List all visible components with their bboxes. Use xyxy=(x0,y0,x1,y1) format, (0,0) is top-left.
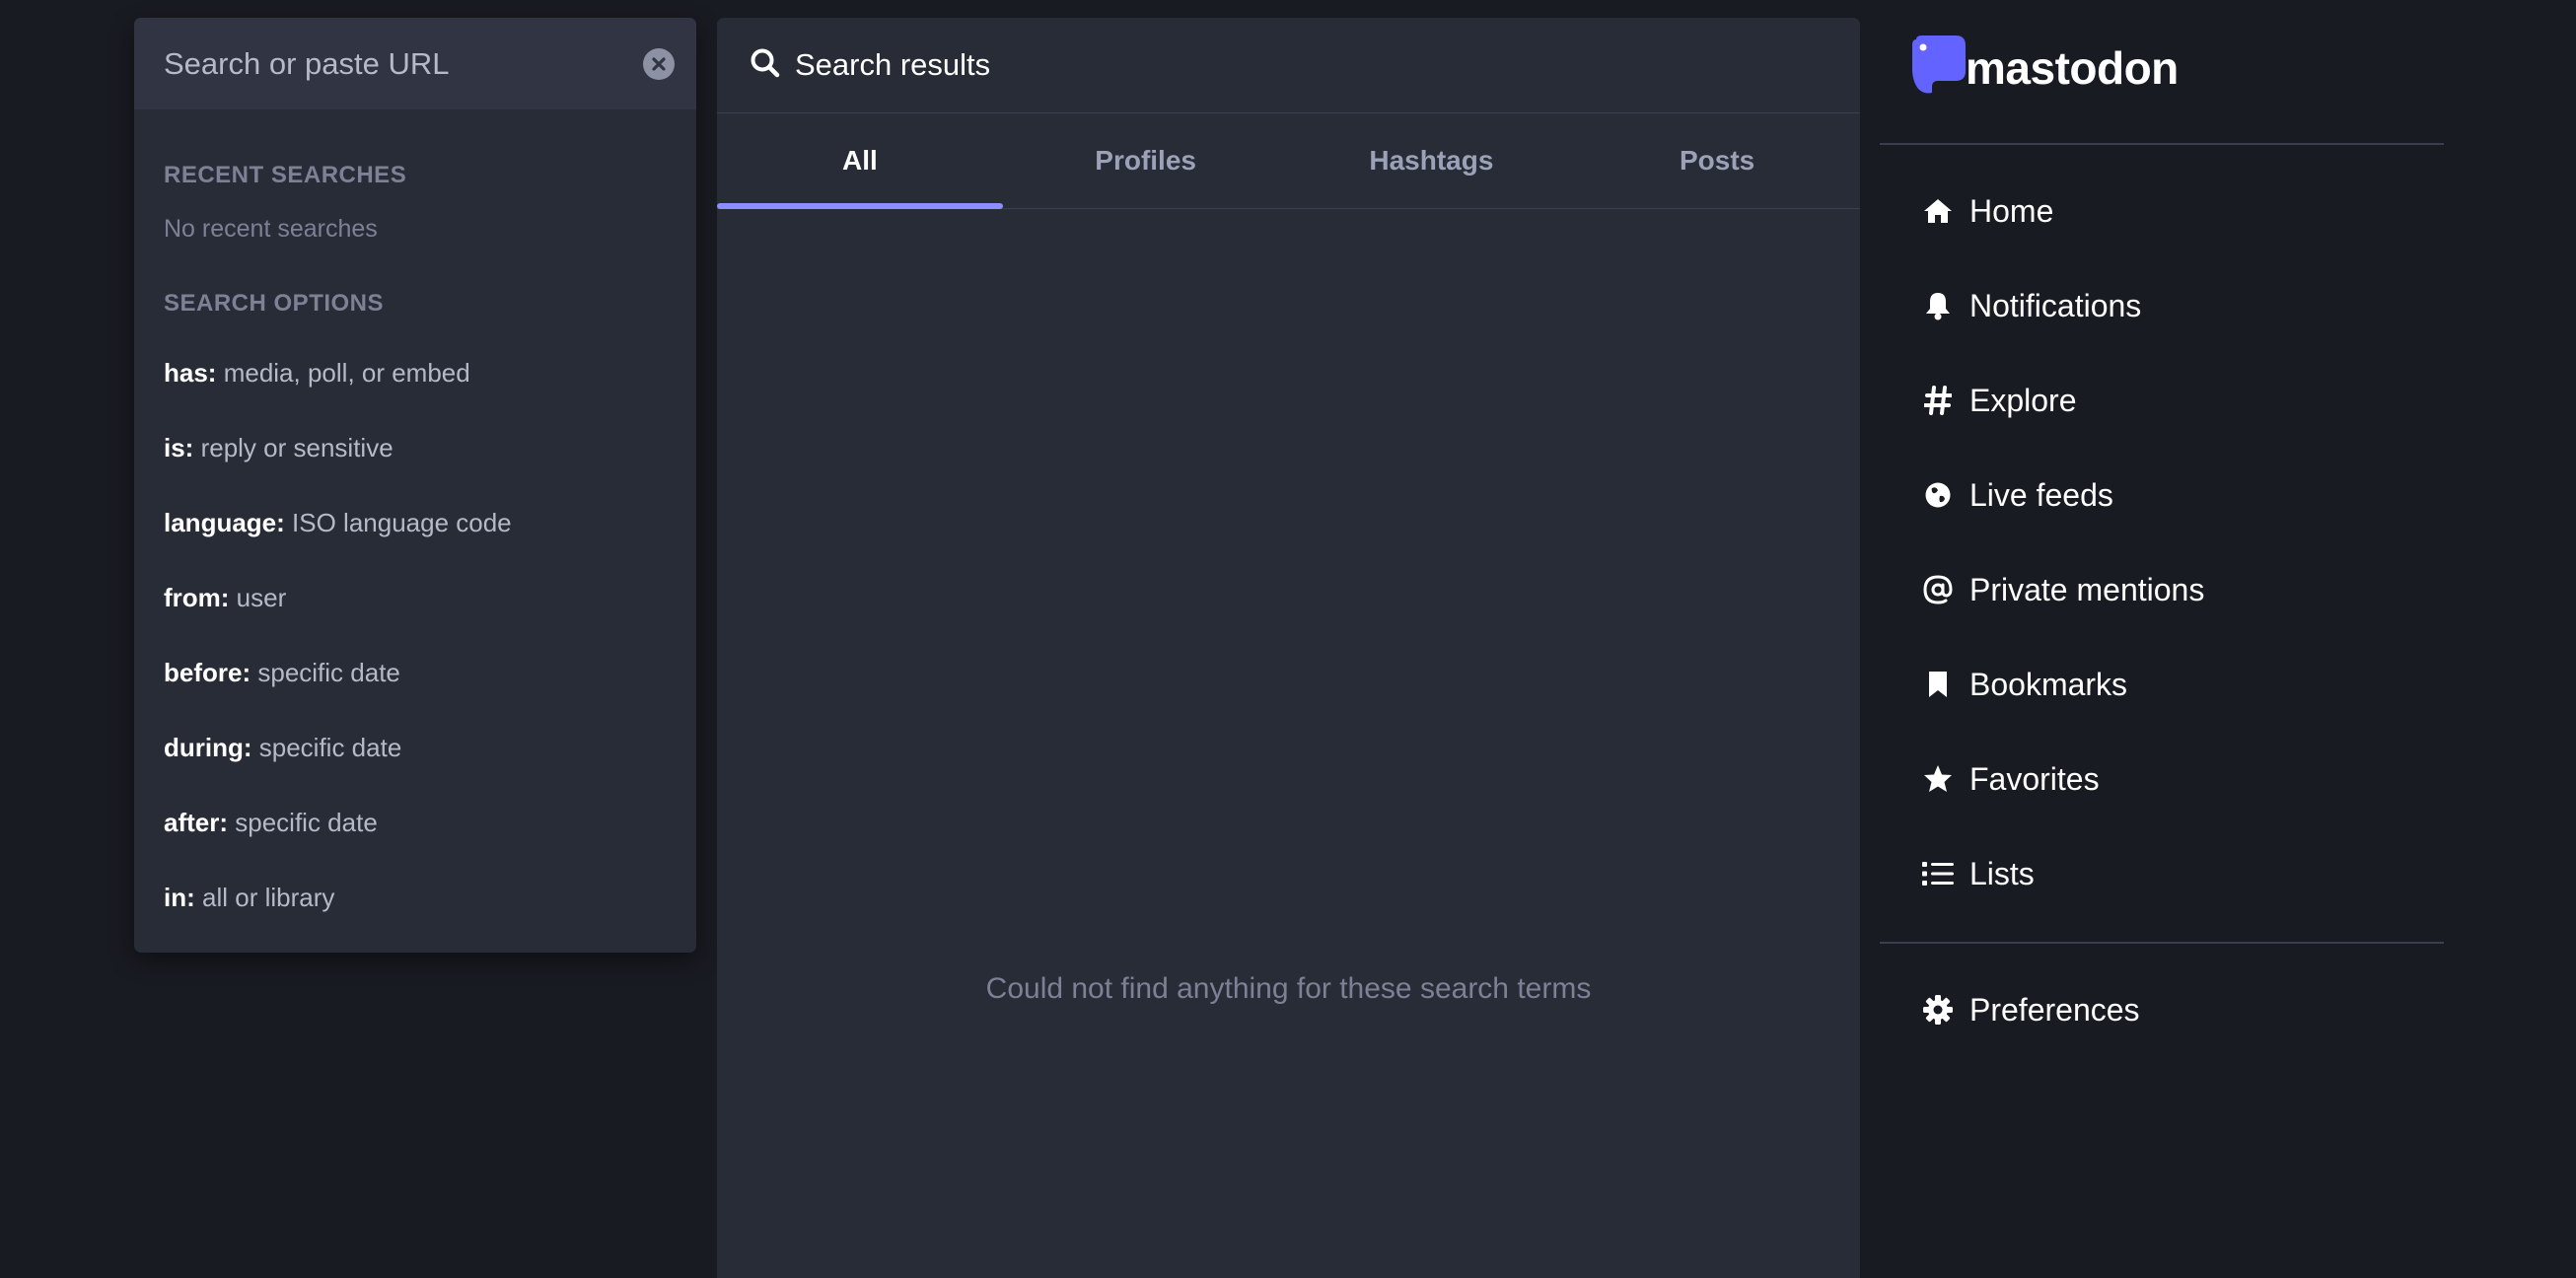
logo-wordmark: mastodon xyxy=(1966,41,2179,94)
nav-item-explore[interactable]: Explore xyxy=(1922,371,2077,430)
tab-profiles[interactable]: Profiles xyxy=(1003,113,1289,208)
option-key: language: xyxy=(164,508,285,537)
option-description: specific date xyxy=(235,808,378,837)
star-icon xyxy=(1922,763,1954,795)
mastodon-logo[interactable]: mastodon xyxy=(1908,34,2179,102)
option-key: before: xyxy=(164,658,251,687)
search-tabs: All Profiles Hashtags Posts xyxy=(717,113,1860,209)
option-description: media, poll, or embed xyxy=(223,358,470,388)
option-key: has: xyxy=(164,358,217,388)
nav-item-lists[interactable]: Lists xyxy=(1922,844,2035,903)
search-option-during[interactable]: during: specific date xyxy=(164,733,512,808)
nav-item-label: Preferences xyxy=(1969,991,2140,1028)
nav-divider xyxy=(1880,143,2444,145)
search-options-list: has: media, poll, or embed is: reply or … xyxy=(164,358,512,953)
gear-icon xyxy=(1922,994,1954,1026)
search-option-after[interactable]: after: specific date xyxy=(164,808,512,883)
option-description: specific date xyxy=(257,658,400,687)
nav-item-live-feeds[interactable]: Live feeds xyxy=(1922,465,2113,525)
option-description: user xyxy=(236,583,287,612)
recent-searches-heading: Recent searches xyxy=(164,162,407,188)
search-option-from[interactable]: from: user xyxy=(164,583,512,658)
nav-item-label: Explore xyxy=(1969,382,2077,418)
list-icon xyxy=(1922,858,1954,889)
search-panel: Recent searches No recent searches Searc… xyxy=(134,18,696,953)
search-input[interactable] xyxy=(164,45,598,82)
nav-item-home[interactable]: Home xyxy=(1922,181,2053,241)
search-option-before[interactable]: before: specific date xyxy=(164,658,512,733)
clear-search-icon[interactable] xyxy=(643,48,675,80)
search-option-language[interactable]: language: ISO language code xyxy=(164,508,512,583)
search-field xyxy=(134,18,696,109)
option-key: in: xyxy=(164,883,195,912)
search-option-has[interactable]: has: media, poll, or embed xyxy=(164,358,512,433)
nav-item-label: Live feeds xyxy=(1969,476,2113,513)
empty-results-message: Could not find anything for these search… xyxy=(985,972,1592,1005)
search-results-column: Search results All Profiles Hashtags Pos… xyxy=(717,18,1860,1278)
option-description: all or library xyxy=(202,883,335,912)
mastodon-logo-icon xyxy=(1908,34,1969,102)
navigation-panel: mastodon Home Notifications Explore Live… xyxy=(1880,0,2444,1278)
search-options-heading: Search options xyxy=(164,290,385,317)
option-key: after: xyxy=(164,808,229,837)
nav-item-preferences[interactable]: Preferences xyxy=(1922,980,2140,1039)
tab-all[interactable]: All xyxy=(717,113,1003,209)
nav-item-label: Bookmarks xyxy=(1969,666,2128,702)
at-icon xyxy=(1922,574,1954,605)
nav-item-label: Favorites xyxy=(1969,760,2100,797)
tab-posts[interactable]: Posts xyxy=(1574,113,1860,208)
hashtag-icon xyxy=(1922,385,1954,416)
recent-searches-empty: No recent searches xyxy=(164,215,378,243)
nav-item-label: Home xyxy=(1969,192,2054,229)
search-option-is[interactable]: is: reply or sensitive xyxy=(164,433,512,508)
nav-item-label: Private mentions xyxy=(1969,571,2205,607)
nav-item-favorites[interactable]: Favorites xyxy=(1922,749,2100,809)
option-description: reply or sensitive xyxy=(200,433,394,462)
option-key: from: xyxy=(164,583,230,612)
nav-divider xyxy=(1880,942,2444,944)
home-icon xyxy=(1922,195,1954,227)
option-key: during: xyxy=(164,733,252,762)
nav-item-label: Notifications xyxy=(1969,287,2142,323)
nav-item-label: Lists xyxy=(1969,855,2035,891)
tab-hashtags[interactable]: Hashtags xyxy=(1289,113,1575,208)
column-header: Search results xyxy=(717,18,1860,113)
search-icon xyxy=(750,47,781,84)
nav-item-bookmarks[interactable]: Bookmarks xyxy=(1922,655,2127,714)
option-description: ISO language code xyxy=(292,508,512,537)
bell-icon xyxy=(1922,290,1954,321)
bookmark-icon xyxy=(1922,669,1954,700)
globe-icon xyxy=(1922,479,1954,511)
nav-item-private-mentions[interactable]: Private mentions xyxy=(1922,560,2204,619)
column-title: Search results xyxy=(795,47,991,82)
option-key: is: xyxy=(164,433,194,462)
option-description: specific date xyxy=(258,733,402,762)
search-option-in[interactable]: in: all or library xyxy=(164,883,512,953)
nav-item-notifications[interactable]: Notifications xyxy=(1922,276,2141,335)
